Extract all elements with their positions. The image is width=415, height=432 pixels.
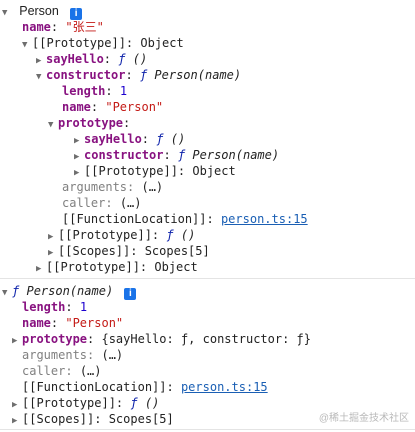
function-glyph: ƒ <box>130 396 138 410</box>
function-signature: Person(name) <box>26 284 114 298</box>
lazy-value[interactable]: (…) <box>120 196 142 210</box>
source-link[interactable]: person.ts:15 <box>221 212 308 226</box>
prototype-property-row[interactable]: ▼ prototype: <box>0 115 415 131</box>
scopes-value: Scopes[5] <box>108 412 174 426</box>
property-value: 1 <box>119 84 128 98</box>
function-glyph: ƒ <box>118 52 126 66</box>
property-key: name <box>22 20 51 34</box>
function-header[interactable]: ▼ ƒ Person(name) i <box>0 283 415 300</box>
property-key: caller <box>62 196 106 210</box>
caller-row[interactable]: caller: (…) <box>0 195 415 211</box>
constructor-prototype-row[interactable]: ▶ [[Prototype]]: ƒ () <box>0 227 415 243</box>
function-glyph: ƒ <box>139 68 148 82</box>
console-divider <box>0 278 415 279</box>
constructor-key: constructor <box>84 148 164 162</box>
console-divider-bottom <box>0 429 415 430</box>
lazy-value[interactable]: (…) <box>80 364 102 378</box>
constructor-row[interactable]: ▼ constructor: ƒ Person(name) <box>0 67 415 83</box>
scopes-value: Scopes[5] <box>144 244 210 258</box>
function-signature: Person(name) <box>192 148 280 162</box>
property-key: name <box>22 316 51 330</box>
function-signature: () <box>132 52 148 66</box>
property-key: arguments <box>62 180 128 194</box>
property-key: name <box>62 100 91 114</box>
prototype-value: Object <box>192 164 236 178</box>
property-value: 1 <box>79 300 88 314</box>
console-panel: ▼ Person i name: "张三" ▼ [[Prototype]]: Ob… <box>0 0 415 275</box>
property-key: length <box>62 84 106 98</box>
scopes-row[interactable]: ▶ [[Scopes]]: Scopes[5] <box>0 243 415 259</box>
length-row: length: 1 <box>62 84 128 98</box>
prototype-label: [[Prototype]] <box>22 396 116 410</box>
property-name-row: name: "张三" <box>22 20 104 34</box>
prototype-row[interactable]: ▼ [[Prototype]]: Object <box>0 35 415 51</box>
property-key: prototype <box>22 332 88 346</box>
function-signature: () <box>180 228 196 242</box>
function-signature: Person(name) <box>154 68 242 82</box>
inner-sayhello-row[interactable]: ▶ sayHello: ƒ () <box>0 131 415 147</box>
prototype-label: [[Prototype]] <box>58 228 152 242</box>
collapsed-triangle-icon[interactable]: ▶ <box>36 261 46 277</box>
function-location-row: [[FunctionLocation]]: person.ts:15 <box>62 212 308 226</box>
method-key: sayHello <box>84 132 142 146</box>
inner-constructor-row[interactable]: ▶ constructor: ƒ Person(name) <box>0 147 415 163</box>
property-key: [[FunctionLocation]] <box>22 380 167 394</box>
function-glyph: ƒ <box>156 132 164 146</box>
prototype-value: Object <box>140 36 184 50</box>
watermark: @稀土掘金技术社区 <box>318 413 409 424</box>
function-signature: () <box>144 396 160 410</box>
arguments-row[interactable]: arguments: (…) <box>0 179 415 195</box>
prototype-preview: {sayHello: ƒ, constructor: ƒ} <box>101 332 311 346</box>
scopes-label: [[Scopes]] <box>22 412 95 426</box>
prototype-value: Object <box>154 260 198 274</box>
function-location-row: [[FunctionLocation]]: person.ts:15 <box>22 380 268 394</box>
lazy-value[interactable]: (…) <box>141 180 163 194</box>
prototype-row[interactable]: ▶ prototype: {sayHello: ƒ, constructor: ƒ… <box>0 331 415 347</box>
lazy-value[interactable]: (…) <box>101 348 123 362</box>
property-value: "Person" <box>65 316 124 330</box>
property-key: length <box>22 300 66 314</box>
property-key: arguments <box>22 348 88 362</box>
property-value: "Person" <box>105 100 164 114</box>
function-signature: () <box>170 132 186 146</box>
function-glyph: ƒ <box>166 228 174 242</box>
function-glyph: ƒ <box>12 284 20 298</box>
collapsed-triangle-icon[interactable]: ▶ <box>12 413 22 429</box>
person-object-header[interactable]: ▼ Person i <box>0 3 415 20</box>
constructor-key: constructor <box>46 68 126 82</box>
source-link[interactable]: person.ts:15 <box>181 380 268 394</box>
property-value: "张三" <box>65 20 104 34</box>
property-key: [[FunctionLocation]] <box>62 212 207 226</box>
prototype-label: [[Prototype]] <box>32 36 126 50</box>
prototype-label: [[Prototype]] <box>84 164 178 178</box>
constructor-name-row: name: "Person" <box>62 100 164 114</box>
caller-row[interactable]: caller: (…) <box>0 363 415 379</box>
arguments-row[interactable]: arguments: (…) <box>0 347 415 363</box>
prototype-label: [[Prototype]] <box>46 260 140 274</box>
console-panel-2: ▼ ƒ Person(name) i length: 1 name: "Perso… <box>0 283 415 427</box>
sayhello-row[interactable]: ▶ sayHello: ƒ () <box>0 51 415 67</box>
scopes-label: [[Scopes]] <box>58 244 131 258</box>
inner-prototype-row[interactable]: ▶ [[Prototype]]: Object <box>0 163 415 179</box>
length-row: length: 1 <box>22 300 88 314</box>
property-key: prototype <box>58 116 124 130</box>
property-key: caller <box>22 364 66 378</box>
method-key: sayHello <box>46 52 104 66</box>
outer-prototype-row[interactable]: ▶ [[Prototype]]: Object <box>0 259 415 275</box>
object-class-label: Person <box>19 4 59 18</box>
function-glyph: ƒ <box>177 148 186 162</box>
name-row: name: "Person" <box>22 316 124 330</box>
